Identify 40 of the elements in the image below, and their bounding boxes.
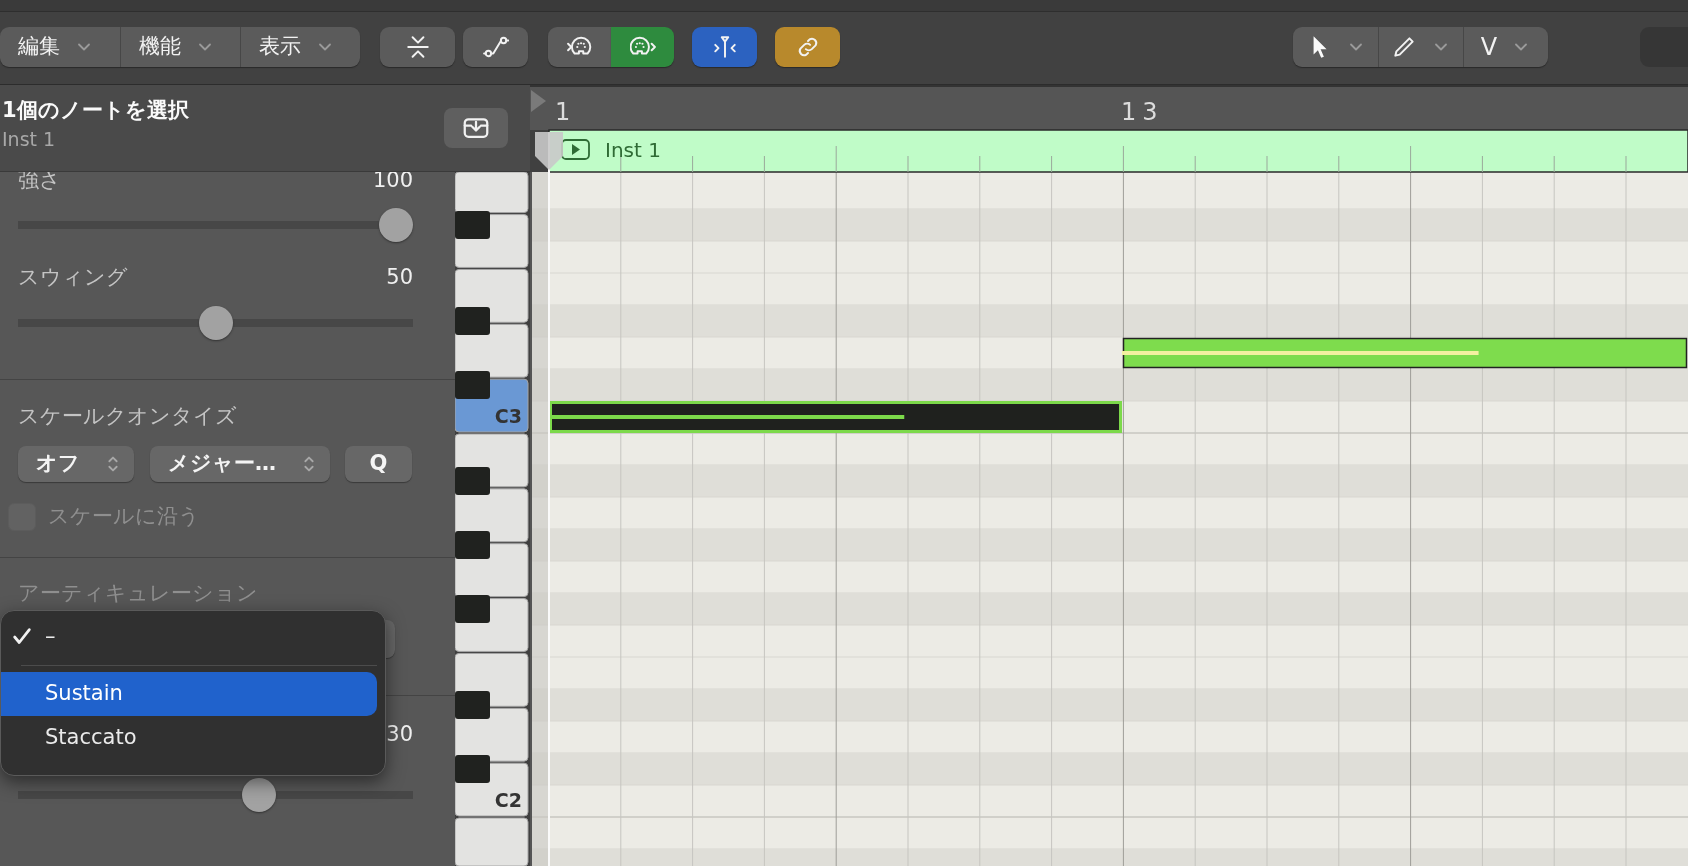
bar-number: 1	[555, 98, 571, 126]
midi-note[interactable]	[1122, 337, 1688, 369]
toolbar-button[interactable]	[692, 27, 757, 67]
popup-button[interactable]: オフ	[18, 446, 134, 482]
menu-item[interactable]: –	[1, 615, 377, 659]
popup-button[interactable]: メジャー…	[150, 446, 330, 482]
region-name: Inst 1	[605, 138, 661, 162]
region-bar[interactable]	[548, 129, 1688, 173]
key-label: C3	[494, 405, 522, 427]
slider-thumb[interactable]	[198, 306, 233, 340]
collapse-icon	[404, 34, 431, 60]
slider-value: 50	[386, 264, 413, 292]
checkbox-label: スケールに沿う	[48, 503, 200, 531]
playhead[interactable]	[535, 131, 563, 866]
tray-button[interactable]	[444, 108, 508, 148]
menu-button[interactable]: 編集	[0, 27, 120, 67]
key-label: C2	[494, 789, 522, 811]
toolbar-button[interactable]	[463, 27, 528, 67]
menu-button[interactable]: 表示	[240, 27, 360, 67]
toolbar-button[interactable]	[548, 27, 611, 67]
toolbar-button[interactable]	[380, 27, 455, 67]
toolbar-button[interactable]	[611, 27, 674, 67]
slider-label: スウィング	[18, 264, 128, 292]
slider-thumb[interactable]	[241, 778, 276, 812]
pin-arrows-icon	[711, 34, 738, 60]
pencil-icon	[1391, 34, 1417, 60]
track-name: Inst 1	[2, 127, 56, 152]
menu-item[interactable]: Staccato	[1, 716, 377, 760]
selection-title: 1個のノートを選択	[2, 97, 189, 124]
bar-number: 13	[1121, 98, 1164, 126]
slider-thumb[interactable]	[379, 208, 413, 242]
toolbar-button[interactable]	[775, 27, 840, 67]
piano-key[interactable]	[455, 171, 529, 214]
menu-button[interactable]: 機能	[120, 27, 240, 67]
section-title: スケールクオンタイズ	[17, 404, 238, 430]
play-icon	[561, 139, 590, 160]
slider-value: 30	[386, 721, 413, 749]
node-line-icon	[482, 34, 509, 60]
menu-item[interactable]: Sustain	[1, 672, 377, 716]
quantize-button[interactable]: Q	[345, 446, 412, 482]
